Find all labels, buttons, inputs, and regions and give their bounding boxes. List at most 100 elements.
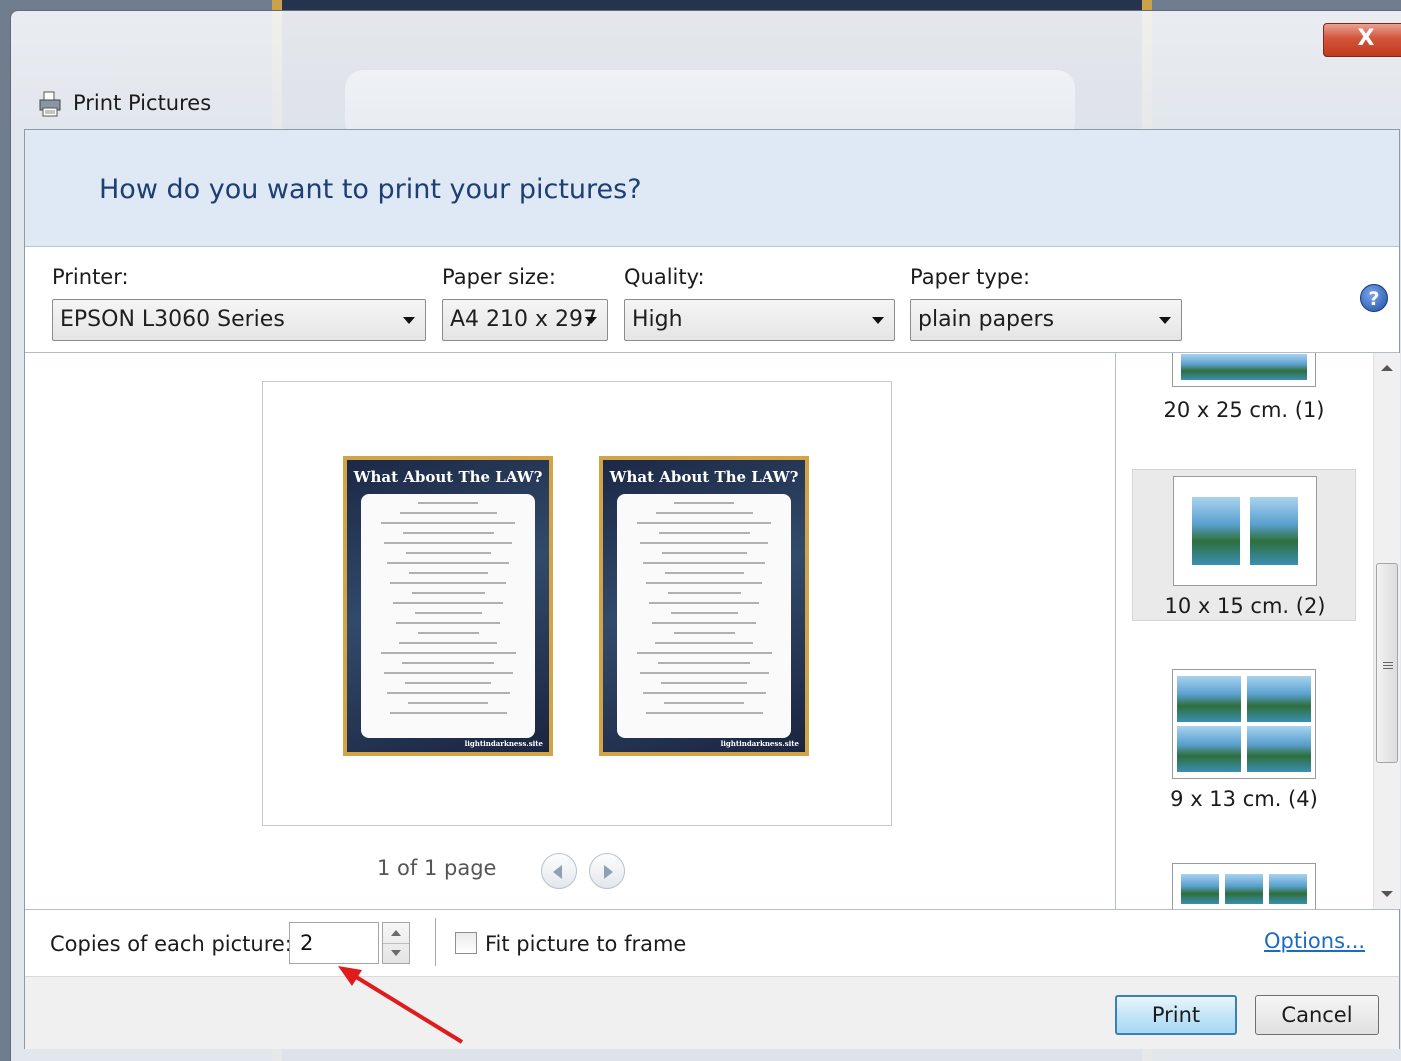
quality-label: Quality: xyxy=(624,265,705,289)
printer-dropdown[interactable]: EPSON L3060 Series xyxy=(52,299,426,341)
fit-picture-label[interactable]: Fit picture to frame xyxy=(485,932,686,956)
layout-thumbnail xyxy=(1173,476,1317,586)
annotation-arrow-icon xyxy=(338,966,464,1044)
layout-caption: 20 x 25 cm. (1) xyxy=(1163,398,1325,422)
preview-picture: What About The LAW? lightindarkness.site xyxy=(599,456,809,756)
text-line xyxy=(381,522,515,524)
chevron-down-icon xyxy=(403,317,415,324)
landscape-image xyxy=(1177,676,1241,722)
text-line xyxy=(637,522,771,524)
text-line xyxy=(661,552,747,554)
text-line xyxy=(639,672,769,674)
text-line xyxy=(380,652,516,654)
layout-scrollbar[interactable] xyxy=(1373,353,1400,909)
text-line xyxy=(402,532,494,534)
text-line xyxy=(418,502,478,504)
landscape-image xyxy=(1225,874,1263,904)
printer-value: EPSON L3060 Series xyxy=(60,307,285,332)
increment-icon[interactable] xyxy=(391,930,401,936)
picture-site-label: lightindarkness.site xyxy=(464,739,543,748)
cancel-button[interactable]: Cancel xyxy=(1255,995,1379,1035)
instruction-heading: How do you want to print your pictures? xyxy=(99,174,642,205)
text-line xyxy=(655,512,753,514)
dialog-footer: Print Cancel xyxy=(25,976,1399,1049)
instruction-banner: How do you want to print your pictures? xyxy=(25,130,1399,247)
text-line xyxy=(658,532,750,534)
grip-icon xyxy=(1383,662,1393,663)
picture-text-card xyxy=(361,494,535,738)
text-line xyxy=(405,552,491,554)
picture-text-card xyxy=(617,494,791,738)
layout-thumbnail xyxy=(1172,353,1316,387)
layout-option[interactable] xyxy=(1132,863,1356,909)
paper-type-label: Paper type: xyxy=(910,265,1031,289)
previous-page-button[interactable] xyxy=(541,853,577,889)
text-line xyxy=(390,582,506,584)
chevron-down-icon xyxy=(1159,317,1171,324)
landscape-image xyxy=(1181,354,1307,380)
decrement-icon[interactable] xyxy=(391,950,401,956)
text-line xyxy=(646,582,762,584)
arrow-left-icon xyxy=(553,865,562,879)
scroll-down-icon[interactable] xyxy=(1381,891,1393,897)
quality-value: High xyxy=(632,307,683,332)
layout-thumbnail xyxy=(1172,863,1316,909)
text-line xyxy=(417,632,479,634)
close-button[interactable]: X xyxy=(1323,23,1401,57)
next-page-button[interactable] xyxy=(589,853,625,889)
landscape-image xyxy=(1192,497,1240,565)
copies-label: Copies of each picture: xyxy=(50,932,292,956)
scroll-up-icon[interactable] xyxy=(1381,365,1393,371)
layout-option[interactable]: 9 x 13 cm. (4) xyxy=(1132,669,1356,821)
page-indicator: 1 of 1 page xyxy=(377,856,497,880)
text-line xyxy=(655,642,753,644)
printer-icon xyxy=(39,91,61,117)
copies-input[interactable] xyxy=(289,922,379,964)
fit-picture-checkbox[interactable] xyxy=(455,932,477,954)
window-title: Print Pictures xyxy=(73,91,212,115)
chevron-down-icon xyxy=(872,317,884,324)
print-settings-row: Printer: EPSON L3060 Series Paper size: … xyxy=(25,247,1399,353)
landscape-image xyxy=(1269,874,1307,904)
copies-options-row: Copies of each picture: Fit picture to f… xyxy=(25,909,1399,977)
print-button[interactable]: Print xyxy=(1115,995,1237,1035)
help-icon[interactable]: ? xyxy=(1360,284,1388,312)
scrollbar-thumb[interactable] xyxy=(1376,563,1398,763)
text-line xyxy=(402,662,494,664)
landscape-image xyxy=(1250,497,1298,565)
text-line xyxy=(664,572,744,574)
paper-type-value: plain papers xyxy=(918,307,1055,332)
stepper-divider xyxy=(383,943,409,944)
arrow-right-icon xyxy=(604,865,613,879)
landscape-image xyxy=(1247,726,1311,772)
paper-type-dropdown[interactable]: plain papers xyxy=(910,299,1182,341)
text-line xyxy=(652,622,756,624)
text-line xyxy=(649,602,759,604)
text-line xyxy=(399,512,497,514)
text-line xyxy=(670,612,738,614)
text-line xyxy=(411,592,485,594)
copies-stepper[interactable] xyxy=(382,922,410,964)
layout-option[interactable]: 20 x 25 cm. (1) xyxy=(1132,353,1356,465)
printer-label: Printer: xyxy=(52,265,129,289)
dialog-client-area: How do you want to print your pictures? … xyxy=(24,129,1400,1049)
quality-dropdown[interactable]: High xyxy=(624,299,895,341)
text-line xyxy=(387,562,509,564)
layout-option-selected[interactable]: 10 x 15 cm. (2) xyxy=(1132,469,1356,621)
text-line xyxy=(664,702,744,704)
landscape-image xyxy=(1177,726,1241,772)
text-line xyxy=(658,662,750,664)
text-line xyxy=(673,632,735,634)
layout-caption: 9 x 13 cm. (4) xyxy=(1170,787,1318,811)
text-line xyxy=(383,672,513,674)
text-line xyxy=(642,692,766,694)
options-link[interactable]: Options... xyxy=(1264,929,1365,953)
picture-title: What About The LAW? xyxy=(609,468,799,486)
chevron-down-icon xyxy=(585,317,597,324)
paper-size-dropdown[interactable]: A4 210 x 297 xyxy=(442,299,608,341)
paper-size-value: A4 210 x 297 xyxy=(450,307,598,332)
text-line xyxy=(636,652,772,654)
text-line xyxy=(408,572,488,574)
text-line xyxy=(674,502,734,504)
preview-picture: What About The LAW? lightindarkness.site xyxy=(343,456,553,756)
